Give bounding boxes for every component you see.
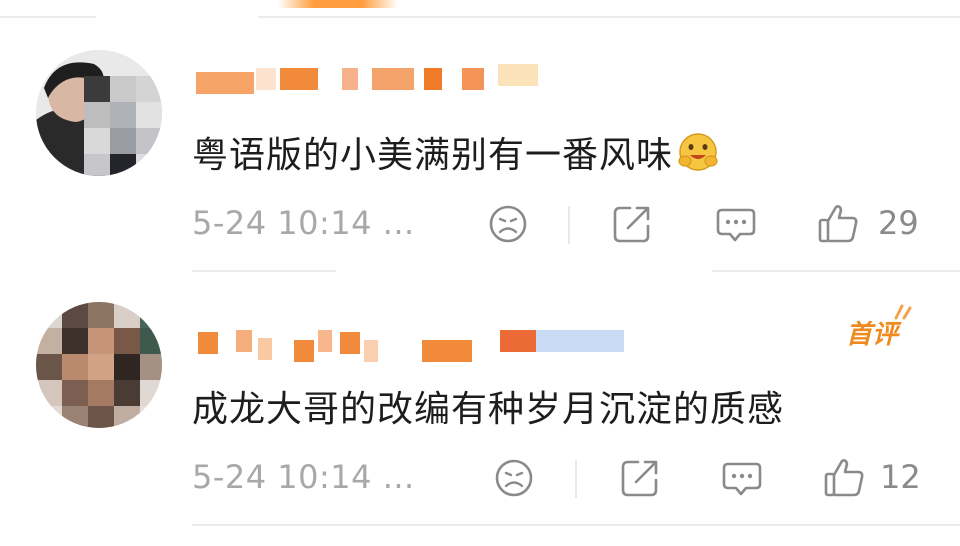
action-separator xyxy=(568,206,570,244)
like-icon xyxy=(818,205,858,243)
like-count: 12 xyxy=(880,458,921,496)
like-icon xyxy=(824,459,864,497)
reply-icon xyxy=(722,462,762,496)
top-divider xyxy=(0,16,96,18)
dislike-icon xyxy=(495,459,533,497)
action-separator xyxy=(575,460,577,498)
reply-icon xyxy=(716,208,756,242)
avatar[interactable] xyxy=(36,50,162,176)
comment-time: 5-24 10:14 ... xyxy=(192,204,415,242)
comment-list: 粤语版的小美满别有一番风味 5-24 10:14 ... 29 首评 成龙大哥的… xyxy=(0,0,960,546)
sparkle-icon xyxy=(894,304,912,320)
avatar-image xyxy=(36,50,162,176)
reply-button[interactable] xyxy=(714,202,758,246)
scroll-indicator xyxy=(278,0,398,8)
top-divider xyxy=(258,16,960,18)
reply-button[interactable] xyxy=(720,456,764,500)
comment-item: 粤语版的小美满别有一番风味 5-24 10:14 ... 29 xyxy=(0,40,960,272)
comment-time: 5-24 10:14 ... xyxy=(192,458,415,496)
comment-divider xyxy=(712,270,960,272)
avatar[interactable] xyxy=(36,302,162,428)
hug-face-emoji-icon xyxy=(678,133,718,171)
comment-text: 成龙大哥的改编有种岁月沉淀的质感 xyxy=(192,380,784,432)
comment-item: 首评 成龙大哥的改编有种岁月沉淀的质感 5-24 10:14 ... 12 xyxy=(0,292,960,526)
username-redacted[interactable] xyxy=(196,326,624,362)
share-icon xyxy=(621,460,658,497)
share-icon xyxy=(613,206,650,243)
comment-text: 粤语版的小美满别有一番风味 xyxy=(192,126,719,178)
first-comment-badge: 首评 xyxy=(846,320,899,350)
share-button[interactable] xyxy=(618,456,662,500)
dislike-button[interactable] xyxy=(486,202,530,246)
comment-divider xyxy=(192,270,336,272)
comment-divider xyxy=(192,524,960,526)
share-button[interactable] xyxy=(610,202,654,246)
like-button[interactable] xyxy=(816,202,860,246)
avatar-image xyxy=(36,302,162,428)
dislike-icon xyxy=(489,205,527,243)
like-count: 29 xyxy=(878,204,919,242)
dislike-button[interactable] xyxy=(492,456,536,500)
like-button[interactable] xyxy=(822,456,866,500)
comment-text-content: 粤语版的小美满别有一番风味 xyxy=(192,135,674,176)
comment-text-content: 成龙大哥的改编有种岁月沉淀的质感 xyxy=(192,389,785,430)
username-redacted[interactable] xyxy=(196,64,576,94)
